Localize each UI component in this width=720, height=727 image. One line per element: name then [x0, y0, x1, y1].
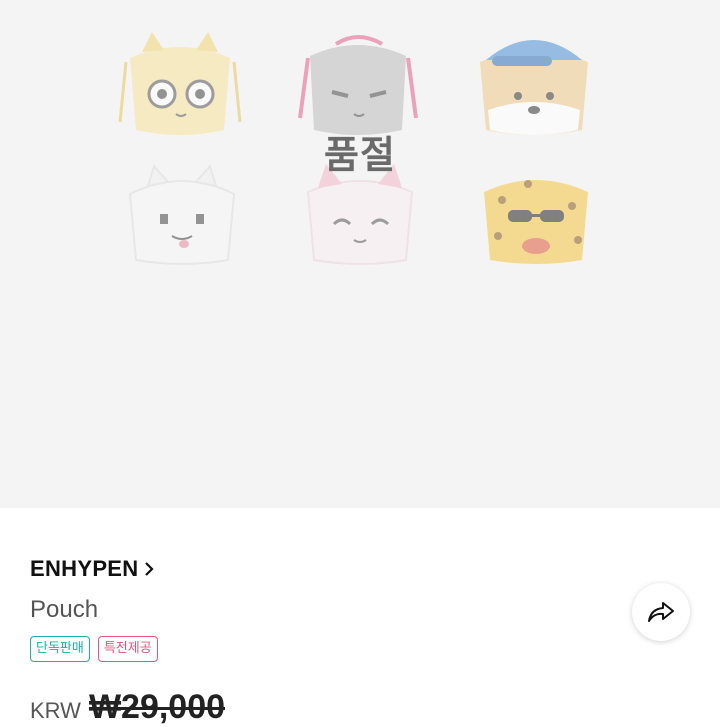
- product-image[interactable]: 품절: [0, 0, 720, 508]
- badge-list: 단독판매 특전제공: [30, 636, 158, 662]
- product-info: ENHYPEN Pouch 단독판매 특전제공 KRW ₩29,000: [0, 508, 720, 726]
- chevron-right-icon: [145, 562, 155, 576]
- currency-label: KRW: [30, 698, 81, 723]
- bonus-badge: 특전제공: [97, 636, 158, 662]
- brand-link[interactable]: ENHYPEN: [30, 556, 156, 582]
- product-name: Pouch: [30, 596, 99, 623]
- share-icon: [648, 602, 674, 622]
- price-row: KRW ₩29,000: [30, 688, 225, 727]
- brand-name: ENHYPEN: [30, 556, 139, 581]
- exclusive-sale-badge: 단독판매: [30, 636, 90, 662]
- share-button[interactable]: [632, 583, 690, 641]
- price-amount: ₩29,000: [88, 688, 226, 726]
- sold-out-label: 품절: [324, 133, 396, 177]
